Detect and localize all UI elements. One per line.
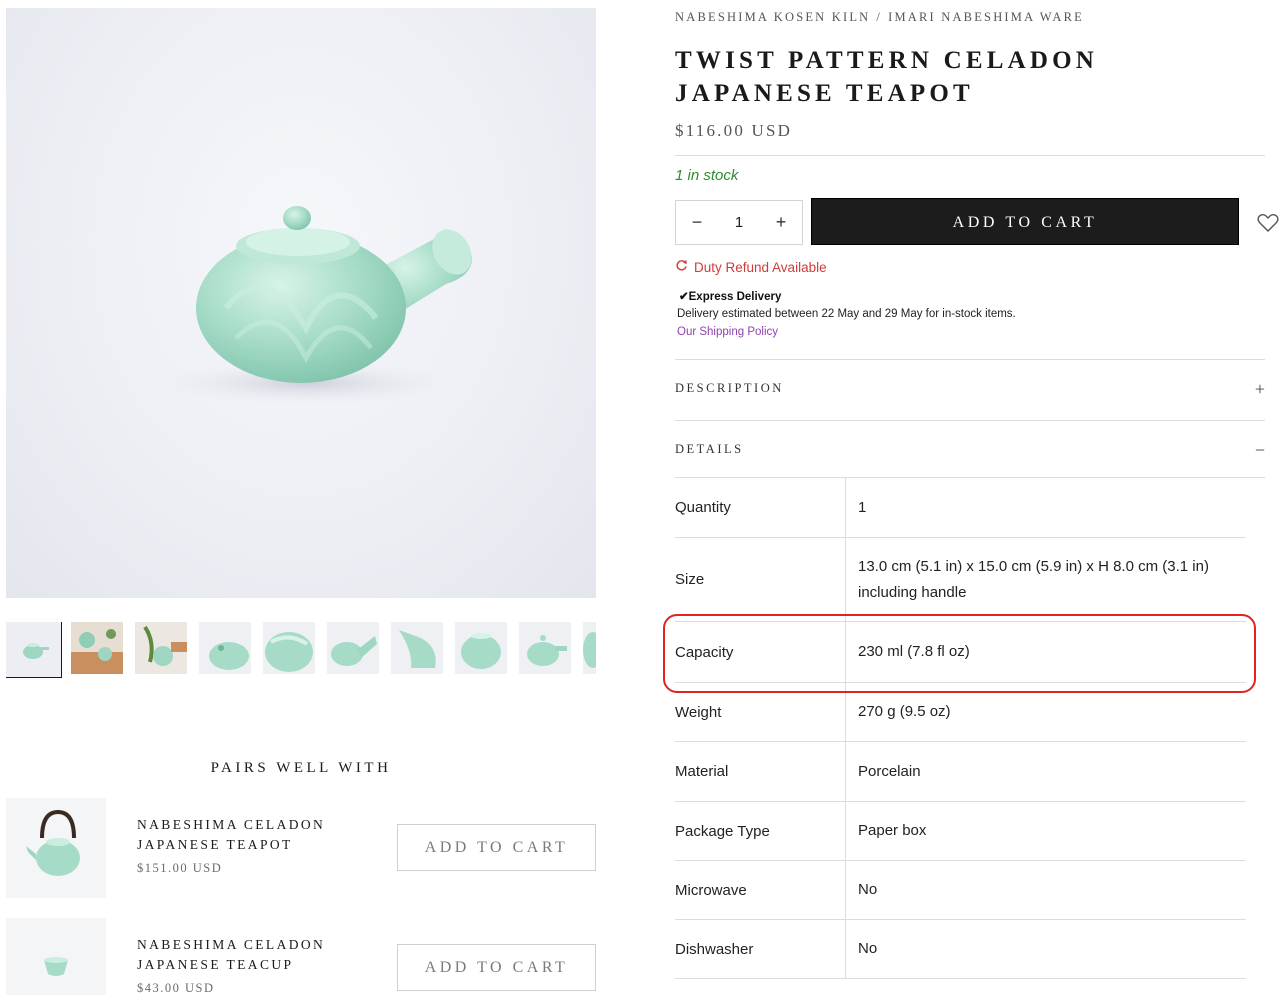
express-delivery-title: ✔Express Delivery <box>679 291 782 303</box>
pair-teapot-image[interactable] <box>6 798 106 898</box>
breadcrumb-brand[interactable]: NABESHIMA KOSEN KILN <box>675 10 870 24</box>
pair-item-price: $43.00 USD <box>137 981 215 995</box>
table-row: Microwave No <box>675 861 1246 920</box>
quantity-decrease-button[interactable]: − <box>676 201 718 244</box>
thumbnail-1[interactable] <box>6 622 62 678</box>
description-accordion[interactable]: DESCRIPTION + <box>675 379 1265 401</box>
detail-value: No <box>858 940 878 957</box>
detail-key: Material <box>675 763 729 780</box>
pairs-well-with-heading: PAIRS WELL WITH <box>210 760 392 776</box>
detail-value: 1 <box>858 498 867 516</box>
pair-item-name[interactable]: NABESHIMA CELADON JAPANESE TEAPOT <box>137 815 357 855</box>
table-row: Size 13.0 cm (5.1 in) x 15.0 cm (5.9 in)… <box>675 538 1246 622</box>
product-main-image[interactable] <box>6 8 596 598</box>
accordion-divider <box>675 420 1265 421</box>
detail-value: No <box>858 881 878 898</box>
thumbnail-strip <box>6 622 596 678</box>
pair-item-price: $151.00 USD <box>137 861 223 875</box>
table-row: Quantity 1 <box>675 478 1246 538</box>
thumbnail-10[interactable] <box>583 622 596 674</box>
refresh-icon <box>675 259 688 275</box>
detail-value: Paper box <box>858 822 927 839</box>
quantity-input[interactable]: 1 <box>718 201 760 244</box>
thumbnail-6[interactable] <box>327 622 379 674</box>
thumbnail-5[interactable] <box>263 622 315 674</box>
detail-key: Size <box>675 571 705 588</box>
detail-value: Porcelain <box>858 762 921 780</box>
pair-add-to-cart-button[interactable]: ADD TO CART <box>397 824 596 871</box>
table-row: Dishwasher No <box>675 920 1246 979</box>
minus-icon: − <box>1254 440 1265 460</box>
thumbnail-2[interactable] <box>71 622 123 674</box>
price-divider <box>675 155 1265 156</box>
thumbnail-8[interactable] <box>455 622 507 674</box>
details-accordion[interactable]: DETAILS − <box>675 440 1265 462</box>
pair-teacup-image[interactable] <box>6 918 106 995</box>
thumbnail-7[interactable] <box>391 622 443 674</box>
pair-add-to-cart-button[interactable]: ADD TO CART <box>397 944 596 991</box>
pair-item-teacup: NABESHIMA CELADON JAPANESE TEACUP $43.00… <box>6 918 596 995</box>
capacity-highlight-annotation <box>663 614 1256 693</box>
pair-item-name[interactable]: NABESHIMA CELADON JAPANESE TEACUP <box>137 935 357 975</box>
accordion-divider <box>675 359 1265 360</box>
breadcrumb: NABESHIMA KOSEN KILN / IMARI NABESHIMA WAR… <box>675 10 1084 25</box>
thumbnail-3[interactable] <box>135 622 187 674</box>
teapot-illustration <box>156 206 472 405</box>
detail-value: 13.0 cm (5.1 in) x 15.0 cm (5.9 in) x H … <box>858 557 1209 601</box>
details-label: DETAILS <box>675 442 744 456</box>
duty-refund-notice: Duty Refund Available <box>675 259 827 275</box>
detail-key: Package Type <box>675 822 770 840</box>
thumbnail-4[interactable] <box>199 622 251 674</box>
thumbnail-9[interactable] <box>519 622 571 674</box>
duty-refund-text: Duty Refund Available <box>694 259 827 275</box>
shipping-policy-link[interactable]: Our Shipping Policy <box>677 326 778 338</box>
product-title: TWIST PATTERN CELADON JAPANESE TEAPOT <box>675 47 1098 107</box>
stock-status: 1 in stock <box>675 167 739 184</box>
product-price: $116.00 USD <box>675 121 793 140</box>
table-row: Material Porcelain <box>675 742 1246 802</box>
quantity-stepper: − 1 + <box>675 200 803 245</box>
plus-icon: + <box>1254 379 1265 399</box>
add-to-cart-button[interactable]: ADD TO CART <box>811 198 1239 245</box>
delivery-estimate: Delivery estimated between 22 May and 29… <box>677 308 1016 320</box>
detail-key: Dishwasher <box>675 940 754 958</box>
detail-key: Quantity <box>675 499 731 516</box>
breadcrumb-collection[interactable]: IMARI NABESHIMA WARE <box>888 10 1084 24</box>
detail-key: Microwave <box>675 881 747 899</box>
quantity-increase-button[interactable]: + <box>760 201 802 244</box>
pair-item-teapot: NABESHIMA CELADON JAPANESE TEAPOT $151.0… <box>6 798 596 898</box>
table-row: Package Type Paper box <box>675 802 1246 861</box>
breadcrumb-separator: / <box>876 10 883 24</box>
description-label: DESCRIPTION <box>675 381 784 395</box>
table-column-divider <box>845 478 846 979</box>
wishlist-heart-icon[interactable] <box>1257 213 1279 233</box>
